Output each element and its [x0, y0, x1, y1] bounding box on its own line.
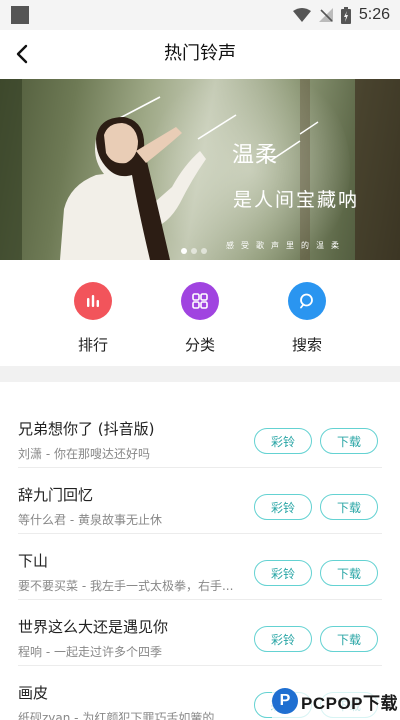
search-icon — [300, 293, 313, 309]
set-ringtone-button[interactable]: 彩铃 — [254, 494, 312, 520]
song-subtitle: 纸砚zyan - 为红颜犯下罪巧舌如簧的... — [18, 711, 226, 720]
set-ringtone-button[interactable]: 彩铃 — [254, 626, 312, 652]
classify-icon-circle — [181, 282, 219, 320]
category-classify[interactable]: 分类 — [160, 282, 240, 355]
download-button[interactable]: 下载 — [320, 560, 378, 586]
carousel-dot[interactable] — [181, 248, 187, 254]
page-title: 热门铃声 — [164, 43, 236, 64]
song-title: 画皮 — [18, 684, 49, 702]
search-icon-circle — [288, 282, 326, 320]
bar-chart-icon — [87, 295, 99, 307]
grid-icon — [192, 293, 208, 309]
carousel-indicator — [181, 248, 207, 254]
banner-title: 温柔 — [232, 143, 279, 168]
song-list: 兄弟想你了 (抖音版) 刘潇 - 你在那嗖达还好吗 彩铃 下载 辞九门回忆 等什… — [0, 382, 400, 720]
banner-carousel[interactable]: 温柔 是人间宝藏呐 感受歌声里的温柔 — [0, 79, 400, 260]
song-subtitle: 程响 - 一起走过许多个四季 — [18, 645, 162, 659]
banner-illustration — [0, 79, 400, 260]
set-ringtone-button[interactable]: 彩铃 — [254, 560, 312, 586]
list-item[interactable]: 辞九门回忆 等什么君 - 黄泉故事无止休 彩铃 下载 — [0, 468, 400, 534]
song-title: 世界这么大还是遇见你 — [18, 618, 169, 636]
list-item[interactable]: 兄弟想你了 (抖音版) 刘潇 - 你在那嗖达还好吗 彩铃 下载 — [0, 402, 400, 468]
notification-icon — [11, 6, 29, 24]
song-subtitle: 等什么君 - 黄泉故事无止休 — [18, 513, 162, 527]
download-button[interactable]: 下载 — [320, 626, 378, 652]
category-search[interactable]: 搜索 — [267, 282, 347, 355]
list-item[interactable]: 下山 要不要买菜 - 我左手一式太极拳，右手... 彩铃 下载 — [0, 534, 400, 600]
song-title: 下山 — [18, 552, 49, 570]
song-title: 兄弟想你了 (抖音版) — [18, 420, 155, 438]
download-button[interactable]: 下载 — [320, 428, 378, 454]
category-label: 排行 — [77, 336, 108, 354]
set-ringtone-button[interactable]: 彩铃 — [254, 428, 312, 454]
list-item[interactable]: 世界这么大还是遇见你 程响 - 一起走过许多个四季 彩铃 下载 — [0, 600, 400, 666]
status-time: 5:26 — [358, 6, 390, 23]
category-ranking[interactable]: 排行 — [53, 282, 133, 355]
battery-icon — [340, 6, 351, 24]
song-subtitle: 刘潇 - 你在那嗖达还好吗 — [18, 447, 150, 461]
category-label: 分类 — [184, 336, 215, 354]
category-label: 搜索 — [291, 336, 322, 354]
wifi-icon — [292, 8, 311, 22]
no-signal-icon — [318, 8, 333, 22]
song-subtitle: 要不要买菜 - 我左手一式太极拳，右手... — [18, 579, 234, 593]
watermark: P PCPOP下载 — [272, 682, 400, 720]
ranking-icon-circle — [74, 282, 112, 320]
category-nav: 排行 分类 搜索 — [0, 260, 400, 366]
status-icons: 5:26 — [292, 5, 390, 25]
carousel-dot[interactable] — [201, 248, 207, 254]
status-bar: 5:26 — [0, 0, 400, 30]
section-divider — [0, 366, 400, 382]
song-title: 辞九门回忆 — [18, 486, 94, 504]
watermark-text: PCPOP下载 — [301, 693, 399, 713]
banner-subtitle: 是人间宝藏呐 — [233, 189, 360, 211]
download-button[interactable]: 下载 — [320, 494, 378, 520]
app-header: 热门铃声 — [0, 30, 400, 78]
banner-caption: 感受歌声里的温柔 — [226, 241, 346, 250]
pcpop-logo-icon: P — [272, 688, 298, 714]
carousel-dot[interactable] — [191, 248, 197, 254]
